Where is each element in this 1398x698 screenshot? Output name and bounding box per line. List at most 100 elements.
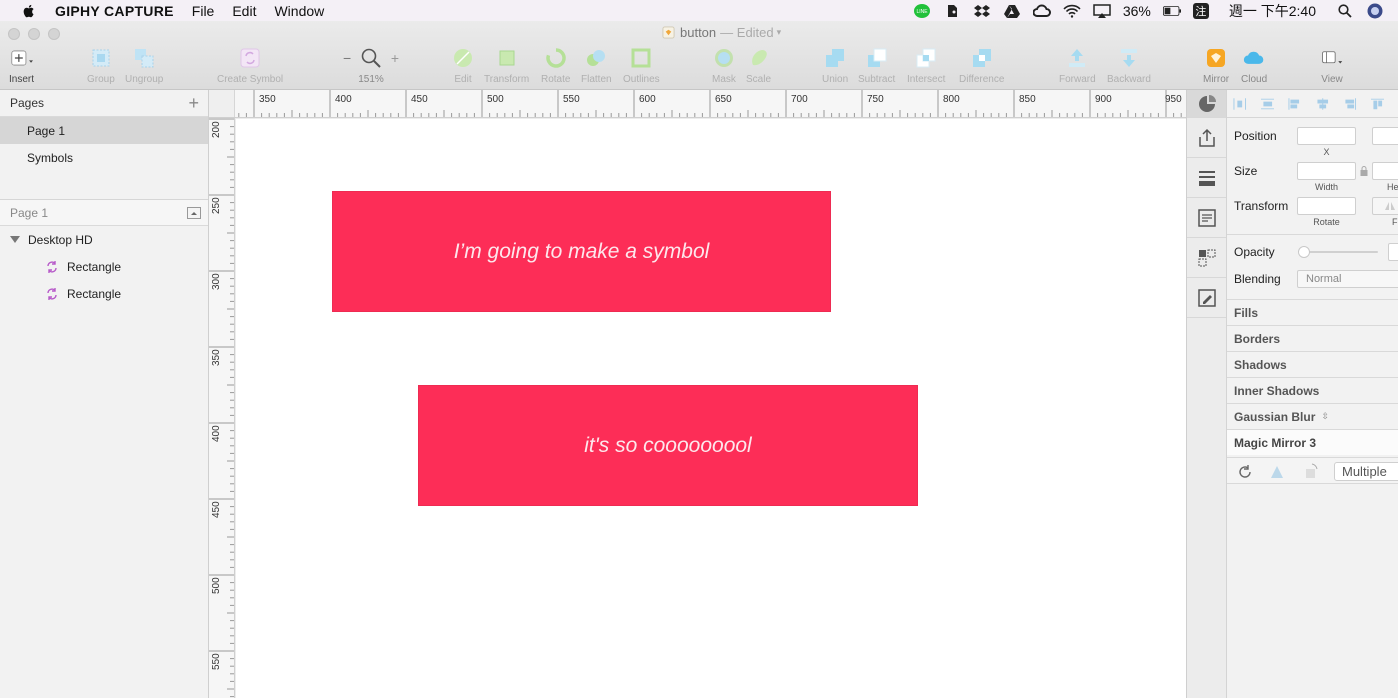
mirror-button[interactable]: Mirror xyxy=(1203,47,1229,85)
layer-item[interactable]: Rectangle xyxy=(0,253,208,280)
page-item-page-1[interactable]: Page 1 xyxy=(0,117,208,144)
zoom-out-icon[interactable]: − xyxy=(343,50,351,66)
position-x-input[interactable] xyxy=(1297,127,1356,145)
input-method-icon[interactable]: 注 xyxy=(1192,2,1209,19)
create-symbol-button[interactable]: Create Symbol xyxy=(217,47,283,85)
multiple-select-button[interactable]: Multiple xyxy=(1334,462,1398,481)
inspector-tab-layout[interactable] xyxy=(1187,158,1226,198)
intersect-button[interactable]: Intersect xyxy=(907,47,945,85)
line-app-icon[interactable]: LINE xyxy=(913,3,931,19)
inspector-tab-style[interactable] xyxy=(1187,90,1226,118)
rotate-artboard-icon[interactable] xyxy=(1303,463,1319,479)
magic-mirror-section[interactable]: Magic Mirror 3 xyxy=(1227,429,1398,455)
refresh-icon[interactable] xyxy=(1238,465,1252,479)
ruler-label: 400 xyxy=(335,94,352,105)
outlines-button[interactable]: Outlines xyxy=(623,47,660,85)
group-icon xyxy=(92,49,110,67)
zoom-control[interactable]: − + 151% xyxy=(343,47,399,85)
zoom-window-button[interactable] xyxy=(48,28,60,40)
union-button[interactable]: Union xyxy=(822,47,848,85)
layer-artboard-desktop-hd[interactable]: Desktop HD xyxy=(0,226,208,253)
app-name-menu[interactable]: GIPHY CAPTURE xyxy=(55,3,174,19)
position-y-input[interactable] xyxy=(1372,127,1398,145)
lock-icon[interactable] xyxy=(1360,166,1368,176)
document-name: button xyxy=(680,25,717,40)
transform-button[interactable]: Transform xyxy=(484,47,529,85)
creative-cloud-icon[interactable] xyxy=(1032,3,1051,19)
up-down-chevron-icon[interactable]: ⇳ xyxy=(1321,411,1329,422)
scale-icon xyxy=(751,50,767,66)
close-window-button[interactable] xyxy=(8,28,20,40)
wifi-icon[interactable] xyxy=(1063,3,1081,19)
flatten-button[interactable]: Flatten xyxy=(581,47,612,85)
edit-button[interactable]: Edit xyxy=(452,47,474,85)
align-center-icon[interactable] xyxy=(1316,97,1330,110)
perspective-icon[interactable] xyxy=(1269,465,1285,479)
menu-edit[interactable]: Edit xyxy=(232,3,256,19)
canvas[interactable]: I’m going to make a symbol it's so coooo… xyxy=(236,119,1186,698)
difference-button[interactable]: Difference xyxy=(959,47,1004,85)
ruler-label: 300 xyxy=(211,273,222,290)
inspector-tab-symbols[interactable] xyxy=(1187,238,1226,278)
add-page-icon[interactable]: + xyxy=(188,94,199,112)
horizontal-ruler-ticks xyxy=(238,90,1182,117)
horizontal-ruler[interactable]: 350 400 450 500 550 600 650 700 750 800 … xyxy=(209,90,1186,118)
forward-button[interactable]: Forward xyxy=(1059,47,1096,85)
user-avatar-icon[interactable] xyxy=(1366,3,1384,19)
height-input[interactable] xyxy=(1372,162,1398,180)
opacity-input[interactable] xyxy=(1388,243,1398,261)
dropbox-icon[interactable] xyxy=(973,3,991,19)
subtract-button[interactable]: Subtract xyxy=(858,47,895,85)
align-left-icon[interactable] xyxy=(1288,97,1302,110)
rotate-input[interactable] xyxy=(1297,197,1356,215)
apple-icon[interactable] xyxy=(21,3,37,19)
cloud-button[interactable]: Cloud xyxy=(1241,47,1267,85)
scale-button[interactable]: Scale xyxy=(746,47,771,85)
alignment-toolbar xyxy=(1227,90,1398,118)
gaussian-blur-section[interactable]: Gaussian Blur ⇳ xyxy=(1227,403,1398,429)
disclosure-triangle-icon[interactable] xyxy=(10,236,20,243)
rectangle-symbol-1[interactable]: I’m going to make a symbol xyxy=(332,191,831,312)
align-top-icon[interactable] xyxy=(1370,98,1385,110)
rectangle-symbol-2[interactable]: it's so cooooooool xyxy=(418,385,918,506)
evernote-icon[interactable] xyxy=(943,3,961,19)
collapse-layers-icon[interactable] xyxy=(187,206,201,219)
width-input[interactable] xyxy=(1297,162,1356,180)
clock[interactable]: 週一 下午2:40 xyxy=(1229,1,1316,21)
layer-item[interactable]: Rectangle xyxy=(0,280,208,307)
battery-icon[interactable] xyxy=(1162,3,1181,19)
zoom-in-icon[interactable]: + xyxy=(391,50,399,66)
distribute-horizontal-icon[interactable] xyxy=(1233,97,1247,110)
drive-icon[interactable] xyxy=(1003,3,1021,19)
pages-resize-area[interactable] xyxy=(0,171,208,200)
borders-section[interactable]: Borders xyxy=(1227,325,1398,351)
menu-file[interactable]: File xyxy=(192,3,215,19)
insert-button[interactable]: Insert xyxy=(9,47,34,85)
document-title[interactable]: button — Edited ▾ xyxy=(662,25,781,40)
align-right-icon[interactable] xyxy=(1343,97,1357,110)
flip-buttons[interactable] xyxy=(1372,197,1398,215)
vertical-ruler[interactable]: 200 250 300 350 400 450 500 550 xyxy=(209,118,235,698)
spotlight-search-icon[interactable] xyxy=(1336,3,1354,19)
group-button[interactable]: Group xyxy=(87,47,115,85)
ruler-label: 350 xyxy=(259,94,276,105)
view-button[interactable]: View xyxy=(1321,47,1343,85)
inspector-tab-prototype[interactable] xyxy=(1187,278,1226,318)
fills-section[interactable]: Fills xyxy=(1227,299,1398,325)
opacity-slider-handle[interactable] xyxy=(1298,246,1310,258)
airplay-icon[interactable] xyxy=(1093,3,1111,19)
minimize-window-button[interactable] xyxy=(28,28,40,40)
mask-button[interactable]: Mask xyxy=(712,47,736,85)
inner-shadows-section[interactable]: Inner Shadows xyxy=(1227,377,1398,403)
opacity-slider-track[interactable] xyxy=(1302,251,1378,253)
inspector-tab-document[interactable] xyxy=(1187,198,1226,238)
blending-select[interactable]: Normal xyxy=(1297,270,1398,288)
distribute-vertical-icon[interactable] xyxy=(1260,98,1275,110)
inspector-tab-export[interactable] xyxy=(1187,118,1226,158)
menu-window[interactable]: Window xyxy=(274,3,324,19)
rotate-button[interactable]: Rotate xyxy=(541,47,570,85)
shadows-section[interactable]: Shadows xyxy=(1227,351,1398,377)
ungroup-button[interactable]: Ungroup xyxy=(125,47,163,85)
backward-button[interactable]: Backward xyxy=(1107,47,1151,85)
page-item-symbols[interactable]: Symbols xyxy=(0,144,208,171)
